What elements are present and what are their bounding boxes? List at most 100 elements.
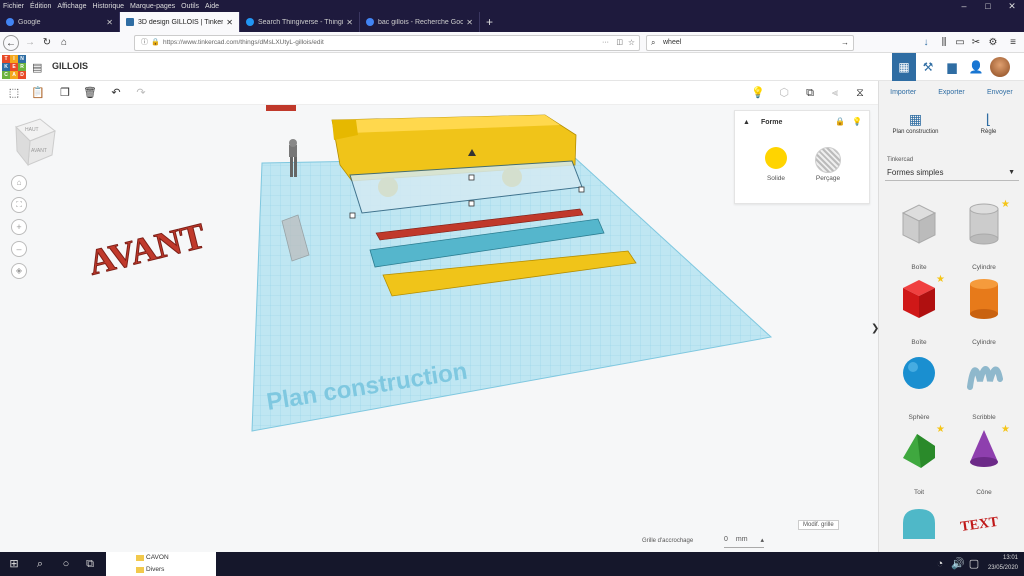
tab-tinkercad[interactable]: 3D design GILLOIS | Tinkercad ✕ bbox=[120, 12, 240, 32]
bricks-icon[interactable]: ▆ bbox=[940, 53, 964, 81]
screenshot-icon[interactable]: ✂ bbox=[968, 35, 984, 51]
forward-icon[interactable]: → bbox=[22, 35, 38, 51]
avatar[interactable] bbox=[988, 53, 1012, 81]
tab-thingiverse[interactable]: Search Thingiverse - Thingiverse ✕ bbox=[240, 12, 360, 32]
ungroup-icon[interactable]: ⧉ bbox=[802, 85, 818, 101]
menu-help[interactable]: Aide bbox=[202, 3, 222, 10]
windows-start-icon[interactable]: ⊞ bbox=[6, 556, 22, 572]
edit-grid-button[interactable]: Modif. grille bbox=[798, 520, 839, 530]
redo-icon[interactable]: ↷ bbox=[133, 85, 149, 101]
cortana-icon[interactable]: ○ bbox=[58, 556, 74, 572]
reload-icon[interactable]: ↻ bbox=[39, 35, 55, 51]
tab-google-search[interactable]: bac gillois - Recherche Google ✕ bbox=[360, 12, 480, 32]
tinkercad-header: TINKERCAD ▤ GILLOIS ▦ ⚒ ▆ 👤 bbox=[0, 53, 1024, 81]
zoom-out-icon[interactable]: – bbox=[11, 241, 27, 257]
menu-hamburger-icon[interactable]: ≡ bbox=[1005, 35, 1021, 51]
extension-icon[interactable]: ⚙ bbox=[985, 35, 1001, 51]
mirror-icon[interactable]: ⧖ bbox=[852, 85, 868, 101]
pocket-icon[interactable]: ◫ bbox=[616, 36, 623, 50]
search-icon[interactable]: ⌕ bbox=[32, 556, 48, 572]
home-icon[interactable]: ⌂ bbox=[56, 35, 72, 51]
shape-roof[interactable]: ★ Toit bbox=[889, 424, 949, 496]
new-copy-icon[interactable]: ⬚ bbox=[6, 85, 22, 101]
task-view-icon[interactable]: ⧉ bbox=[82, 556, 98, 572]
shape-cylinder[interactable]: Cylindre bbox=[954, 274, 1014, 346]
ruler-tool[interactable]: ⌊ Règle bbox=[952, 105, 1024, 155]
ortho-view-icon[interactable]: ◈ bbox=[11, 263, 27, 279]
bookmark-star-icon[interactable]: ☆ bbox=[628, 36, 635, 50]
snap-grid-select[interactable]: 0 mm ▴ bbox=[724, 536, 764, 548]
info-icon[interactable]: ⓘ bbox=[141, 36, 148, 50]
search-go-icon[interactable]: → bbox=[841, 36, 849, 50]
close-window-button[interactable]: ✕ bbox=[1000, 0, 1024, 12]
light-bulb-icon[interactable]: 💡 bbox=[852, 117, 862, 126]
notification-icon[interactable]: ▢ bbox=[966, 556, 982, 572]
maximize-button[interactable]: □ bbox=[976, 0, 1000, 12]
new-tab-button[interactable]: + bbox=[480, 12, 499, 32]
collapse-panel-icon[interactable]: ❯ bbox=[871, 323, 878, 334]
align-icon[interactable]: ⫷ bbox=[827, 85, 843, 101]
page-actions-icon[interactable]: ··· bbox=[602, 36, 609, 50]
shape-cone[interactable]: ★ Cône bbox=[954, 424, 1014, 496]
3d-view-grid-icon[interactable]: ▦ bbox=[892, 53, 916, 81]
downloads-icon[interactable]: ↓ bbox=[918, 35, 934, 51]
menu-file[interactable]: Fichier bbox=[0, 3, 27, 10]
lock-icon[interactable]: 🔒 bbox=[835, 117, 845, 126]
menu-tools[interactable]: Outils bbox=[178, 3, 202, 10]
shape-box[interactable]: ★ Boîte bbox=[889, 274, 949, 346]
design-title[interactable]: GILLOIS bbox=[52, 61, 88, 71]
light-bulb-icon[interactable]: 💡 bbox=[750, 85, 766, 101]
tab-close-icon[interactable]: ✕ bbox=[226, 18, 233, 27]
shape-cylinder-hole[interactable]: ★ Cylindre bbox=[954, 199, 1014, 271]
shape-scribble[interactable]: Scribble bbox=[954, 349, 1014, 421]
menu-edit[interactable]: Édition bbox=[27, 3, 54, 10]
tab-close-icon[interactable]: ✕ bbox=[466, 18, 473, 27]
user-add-icon[interactable]: 👤 bbox=[964, 53, 988, 81]
send-button[interactable]: Envoyer bbox=[976, 81, 1024, 105]
shape-library-select[interactable]: Formes simples ▼ bbox=[885, 165, 1019, 181]
collapse-triangle-icon[interactable]: ▲ bbox=[743, 119, 750, 126]
menu-view[interactable]: Affichage bbox=[54, 3, 89, 10]
window-controls: – □ ✕ bbox=[952, 0, 1024, 12]
folder-item[interactable]: CAVON bbox=[106, 552, 216, 564]
pickaxe-icon[interactable]: ⚒ bbox=[916, 53, 940, 81]
library-label: Tinkercad bbox=[887, 157, 914, 163]
undo-icon[interactable]: ↶ bbox=[108, 85, 124, 101]
menu-history[interactable]: Historique bbox=[89, 3, 127, 10]
tab-google[interactable]: Google ✕ bbox=[0, 12, 120, 32]
zoom-in-icon[interactable]: + bbox=[11, 219, 27, 235]
back-icon[interactable]: ← bbox=[3, 35, 19, 51]
solid-option[interactable]: Solide bbox=[751, 147, 801, 182]
import-button[interactable]: Importer bbox=[879, 81, 927, 105]
tab-close-icon[interactable]: ✕ bbox=[346, 18, 353, 27]
delete-icon[interactable]: 🗑 bbox=[82, 85, 98, 101]
explorer-folder-list: CAVON Divers bbox=[106, 552, 216, 576]
export-button[interactable]: Exporter bbox=[927, 81, 975, 105]
workplane-icon: ▦ bbox=[908, 111, 923, 127]
taskbar-clock[interactable]: 13:01 23/05/2020 bbox=[988, 553, 1018, 573]
url-bar[interactable]: ⓘ 🔒 https://www.tinkercad.com/things/dMs… bbox=[134, 35, 640, 51]
shape-sphere[interactable]: Sphère bbox=[889, 349, 949, 421]
shape-text[interactable]: TEXT bbox=[954, 499, 1014, 553]
workplane-tool[interactable]: ▦ Plan construction bbox=[879, 105, 952, 155]
sidebar-icon[interactable]: ▭ bbox=[952, 35, 968, 51]
hole-option[interactable]: Perçage bbox=[803, 147, 853, 182]
group-icon[interactable]: ⬡ bbox=[776, 85, 792, 101]
folder-item[interactable]: Divers bbox=[106, 564, 216, 576]
library-icon[interactable]: ⫼ bbox=[936, 35, 952, 51]
search-input[interactable]: ⌕ wheel → bbox=[646, 35, 854, 51]
design-list-icon[interactable]: ▤ bbox=[32, 61, 42, 74]
fit-view-icon[interactable]: ⛶ bbox=[11, 197, 27, 213]
tab-close-icon[interactable]: ✕ bbox=[106, 18, 113, 27]
home-view-icon[interactable]: ⌂ bbox=[11, 175, 27, 191]
tinkercad-logo[interactable]: TINKERCAD bbox=[2, 55, 26, 79]
shape-box-hole[interactable]: Boîte bbox=[889, 199, 949, 271]
volume-icon[interactable]: 🔊 bbox=[950, 556, 966, 572]
hole-swatch[interactable] bbox=[815, 147, 841, 173]
paste-icon[interactable]: 📋 bbox=[30, 85, 46, 101]
duplicate-icon[interactable]: ❐ bbox=[57, 85, 73, 101]
menu-bookmarks[interactable]: Marque-pages bbox=[127, 3, 178, 10]
solid-color-swatch[interactable] bbox=[765, 147, 787, 169]
minimize-button[interactable]: – bbox=[952, 0, 976, 12]
shape-half-cylinder[interactable] bbox=[889, 499, 949, 553]
